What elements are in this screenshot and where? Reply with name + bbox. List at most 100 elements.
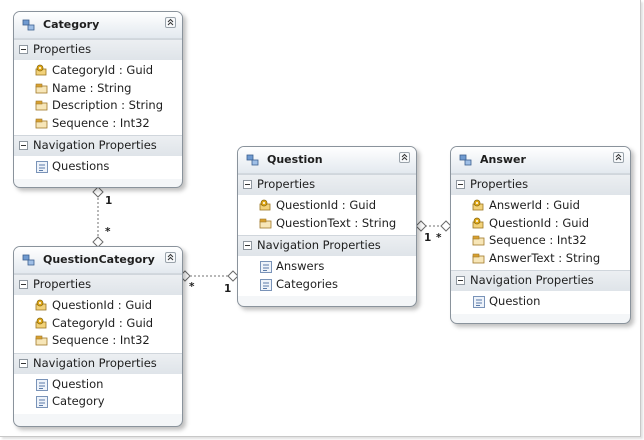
collapse-icon[interactable]	[613, 152, 624, 163]
navigation-property-label: Questions	[52, 159, 110, 173]
property-label: AnswerText : String	[489, 250, 601, 265]
entity-name: Question	[267, 153, 323, 166]
property-label: Description : String	[52, 98, 164, 112]
property-row[interactable]: AnswerId : Guid	[451, 197, 630, 215]
key-property-icon	[35, 64, 47, 76]
collapse-section-icon[interactable]	[19, 141, 28, 150]
section-label: Navigation Properties	[257, 238, 381, 252]
collapse-icon[interactable]	[165, 17, 176, 28]
property-icon	[35, 100, 48, 111]
collapse-section-icon[interactable]	[456, 180, 465, 189]
entity-category[interactable]: Category Properties CategoryId : Guid Na…	[13, 11, 183, 188]
collapse-section-icon[interactable]	[19, 358, 28, 368]
entity-name: Answer	[480, 153, 526, 166]
association-end-diamond	[415, 220, 427, 232]
navigation-properties-section: Navigation Properties Question Category	[14, 352, 182, 414]
property-icon	[35, 83, 48, 93]
collapse-section-icon[interactable]	[243, 180, 252, 189]
key-property-icon	[472, 199, 484, 211]
property-label: QuestionId : Guid	[489, 215, 590, 230]
entity-questioncategory[interactable]: QuestionCategory Properties QuestionId :…	[13, 246, 183, 427]
navigation-properties-section: Navigation Properties Answers Categories	[238, 235, 416, 296]
multiplicity-label: 1	[105, 195, 113, 207]
entity-header[interactable]: QuestionCategory	[14, 247, 182, 274]
navigation-property-label: Question	[52, 376, 104, 391]
collapse-section-icon[interactable]	[456, 276, 465, 285]
collapse-icon[interactable]	[399, 152, 410, 163]
property-label: QuestionId : Guid	[276, 198, 377, 212]
navigation-property-label: Category	[52, 394, 105, 408]
key-property-icon	[35, 299, 47, 311]
property-row[interactable]: Sequence : Int32	[451, 232, 630, 250]
key-property-icon	[35, 317, 47, 328]
property-label: Sequence : Int32	[52, 115, 150, 130]
multiplicity-label: *	[436, 232, 442, 244]
navigation-property-icon	[260, 278, 272, 291]
navigation-section-header[interactable]: Navigation Properties	[451, 270, 630, 291]
collapse-icon[interactable]	[165, 252, 176, 263]
property-icon	[35, 335, 48, 346]
navigation-properties-section: Navigation Properties Question	[451, 270, 630, 314]
collapse-section-icon[interactable]	[243, 241, 252, 250]
navigation-property-row[interactable]: Category	[14, 393, 182, 411]
property-row[interactable]: AnswerText : String	[451, 250, 630, 268]
association-end-diamond	[92, 186, 104, 198]
property-row[interactable]: QuestionId : Guid	[14, 297, 182, 315]
property-icon	[472, 235, 485, 246]
navigation-property-icon	[36, 396, 48, 408]
key-property-icon	[472, 217, 484, 228]
properties-section: Properties AnswerId : Guid QuestionId : …	[451, 174, 630, 270]
property-row[interactable]: QuestionId : Guid	[451, 215, 630, 233]
property-row[interactable]: Name : String	[14, 80, 182, 98]
properties-section-header[interactable]: Properties	[451, 174, 630, 195]
diagram-canvas: 1 * * 1 1 * Category Properties Category…	[0, 0, 641, 437]
entity-type-icon	[22, 254, 35, 266]
navigation-properties-section: Navigation Properties Questions	[14, 135, 182, 179]
navigation-property-row[interactable]: Answers	[238, 258, 416, 276]
navigation-section-header[interactable]: Navigation Properties	[238, 235, 416, 256]
entity-question[interactable]: Question Properties QuestionId : Guid Qu…	[237, 146, 417, 307]
entity-name: Category	[43, 18, 100, 31]
property-row[interactable]: CategoryId : Guid	[14, 315, 182, 333]
section-label: Navigation Properties	[470, 273, 594, 287]
key-property-icon	[259, 199, 271, 211]
entity-header[interactable]: Question	[238, 147, 416, 174]
multiplicity-label: *	[189, 281, 195, 293]
properties-section-header[interactable]: Properties	[14, 39, 182, 60]
property-row[interactable]: Sequence : Int32	[14, 115, 182, 133]
collapse-section-icon[interactable]	[19, 45, 28, 54]
entity-type-icon	[22, 19, 35, 31]
section-label: Properties	[33, 42, 92, 56]
properties-section-header[interactable]: Properties	[238, 174, 416, 195]
property-label: QuestionId : Guid	[52, 298, 153, 312]
navigation-section-header[interactable]: Navigation Properties	[14, 352, 182, 374]
property-row[interactable]: QuestionText : String	[238, 215, 416, 233]
property-row[interactable]: Sequence : Int32	[14, 332, 182, 350]
property-icon	[259, 218, 272, 228]
property-label: Name : String	[52, 80, 132, 95]
property-row[interactable]: CategoryId : Guid	[14, 62, 182, 80]
property-row[interactable]: Description : String	[14, 97, 182, 115]
properties-section-header[interactable]: Properties	[14, 274, 182, 295]
properties-section: Properties QuestionId : Guid QuestionTex…	[238, 174, 416, 235]
navigation-property-icon	[36, 378, 48, 391]
navigation-property-row[interactable]: Categories	[238, 276, 416, 294]
property-label: QuestionText : String	[276, 215, 397, 230]
section-label: Properties	[470, 177, 529, 191]
entity-answer[interactable]: Answer Properties AnswerId : Guid Questi…	[450, 146, 631, 324]
entity-header[interactable]: Category	[14, 12, 182, 39]
entity-header[interactable]: Answer	[451, 147, 630, 174]
navigation-property-row[interactable]: Questions	[14, 158, 182, 176]
property-row[interactable]: QuestionId : Guid	[238, 197, 416, 215]
properties-section: Properties QuestionId : Guid CategoryId …	[14, 274, 182, 353]
navigation-property-row[interactable]: Question	[14, 376, 182, 394]
section-label: Navigation Properties	[33, 138, 157, 152]
navigation-property-label: Answers	[276, 259, 325, 273]
property-label: Sequence : Int32	[489, 233, 587, 247]
property-icon	[472, 253, 485, 263]
navigation-section-header[interactable]: Navigation Properties	[14, 135, 182, 156]
property-label: AnswerId : Guid	[489, 198, 580, 212]
collapse-section-icon[interactable]	[19, 280, 28, 289]
navigation-property-row[interactable]: Question	[451, 293, 630, 311]
navigation-property-icon	[36, 161, 48, 173]
